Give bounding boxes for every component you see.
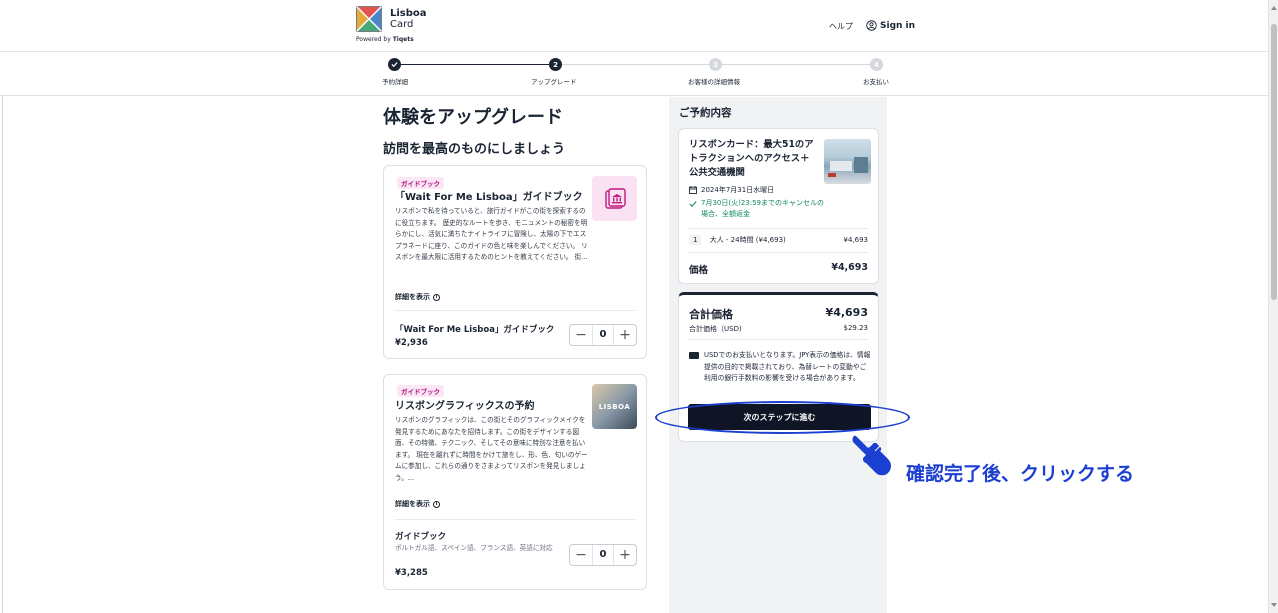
sign-in-label: Sign in [880, 20, 916, 31]
page-title: 体験をアップグレード [383, 107, 563, 128]
quantity-value: 0 [592, 545, 614, 565]
step-2-label: アップグレード [531, 78, 577, 86]
option-price: ¥2,936 [395, 338, 428, 348]
option-languages: ポルトガル語、スペイン語、フランス語、英語に対応 [395, 544, 553, 552]
graphics-book-thumbnail: LISBOA [592, 384, 637, 429]
site-header: Lisboa Card Powered by Tiqets ヘルプ Sign i… [0, 0, 1270, 52]
total-usd-label: 合計価格（USD) [689, 325, 742, 333]
step-1-label: 予約詳細 [382, 78, 408, 86]
booking-date: 2024年7月31日水曜日 [689, 185, 774, 195]
step-3-dot: 3 [709, 58, 722, 71]
guidebook-thumbnail [592, 176, 637, 221]
show-details-link[interactable]: 詳細を表示 i [395, 292, 440, 302]
option-price: ¥3,285 [395, 568, 428, 578]
upgrade-card-guidebook: ガイドブック 「Wait For Me Lisboa」ガイドブック リスボンで私… [383, 165, 647, 359]
cancellation-policy: 7月30日(火)23:59までのキャンセルの場合、全額返金 [689, 198, 829, 220]
info-icon: i [433, 500, 440, 508]
step-3-label: お客様の詳細情報 [688, 78, 740, 86]
category-badge: ガイドブック [397, 385, 444, 397]
card-description: リスボンで私を待っていると、旅行ガイドがこの街を探索するのに役立ちます。 歴史的… [395, 207, 588, 261]
currency-note: USDでのお支払いとなります。JPY表示の価格は、情報提供の目的で掲載されており… [689, 350, 871, 385]
summary-divider [689, 228, 868, 229]
lisboa-logo-icon [356, 6, 382, 32]
progress-line-complete [401, 64, 549, 65]
show-details-label: 詳細を表示 [395, 500, 430, 508]
logo-subtitle: Card [390, 19, 414, 30]
card-divider [395, 310, 635, 311]
step-4-dot: 4 [870, 58, 883, 71]
product-title: リスボンカード：最大51のアトラクションへのアクセス＋公共交通機関 [689, 139, 814, 178]
increase-button[interactable]: + [614, 545, 636, 565]
scroll-down-arrow-icon[interactable] [1271, 603, 1277, 607]
cancellation-text: 7月30日(火)23:59までのキャンセルの場合、全額返金 [701, 199, 824, 218]
pointing-hand-icon [852, 435, 891, 476]
annotation-text: 確認完了後、クリックする [906, 463, 1135, 485]
powered-by-brand: Tiqets [392, 36, 414, 43]
checkout-stepper: 予約詳細 2 アップグレード 3 お客様の詳細情報 4 お支払い [0, 52, 1270, 96]
quantity-stepper: − 0 + [569, 544, 637, 566]
step-1-dot[interactable] [388, 58, 401, 71]
card-title: リスボングラフィックスの予約 [395, 401, 535, 412]
lisboa-card-logo[interactable]: Lisboa Card Powered by Tiqets [356, 6, 436, 46]
help-link[interactable]: ヘルプ [829, 21, 853, 32]
price-value: ¥4,693 [831, 262, 868, 273]
quantity-value: 0 [592, 325, 614, 345]
decrease-button[interactable]: − [570, 545, 592, 565]
total-label: 合計価格 [689, 308, 733, 321]
option-name: 「Wait For Me Lisboa」ガイドブック [395, 325, 555, 335]
ticket-line: 1 大人 - 24時間 (¥4,693) ¥4,693 [689, 235, 868, 245]
calendar-icon [689, 186, 697, 194]
money-icon [689, 352, 699, 359]
summary-heading: ご予約内容 [679, 107, 732, 119]
booking-summary-card: リスボンカード：最大51のアトラクションへのアクセス＋公共交通機関 2024年7… [678, 128, 879, 284]
card-title: 「Wait For Me Lisboa」ガイドブック [395, 192, 583, 203]
total-value: ¥4,693 [825, 306, 868, 319]
info-icon: i [433, 293, 440, 301]
show-details-label: 詳細を表示 [395, 293, 430, 301]
card-description: リスボンのグラフィックは、この街とそのグラフィックメイクを発見するためにあなたを… [395, 416, 588, 482]
quantity-stepper: − 0 + [569, 324, 637, 346]
booking-date-text: 2024年7月31日水曜日 [701, 186, 775, 194]
check-icon [689, 201, 697, 207]
increase-button[interactable]: + [614, 325, 636, 345]
page-scrollbar[interactable] [1268, 0, 1278, 613]
summary-divider [689, 252, 868, 253]
show-details-link[interactable]: 詳細を表示 i [395, 499, 440, 509]
logo-title: Lisboa [390, 8, 427, 19]
user-icon [866, 20, 877, 31]
total-usd-row: 合計価格（USD) $29.23 [689, 324, 868, 334]
scroll-up-arrow-icon[interactable] [1271, 6, 1277, 10]
total-divider [689, 339, 868, 340]
page-subtitle: 訪問を最高のものにしましょう [383, 142, 566, 157]
product-image [824, 139, 871, 184]
price-label: 価格 [689, 265, 709, 276]
step-4-label: お支払い [863, 78, 889, 86]
powered-by-text: Powered by [356, 36, 391, 43]
ticket-price: ¥4,693 [843, 236, 869, 244]
price-row: 価格 ¥4,693 [689, 262, 868, 276]
total-price-row: 合計価格 ¥4,693 [689, 306, 868, 322]
total-usd-value: $29.23 [843, 324, 869, 332]
option-name: ガイドブック [395, 532, 447, 542]
upgrade-card-graphics: ガイドブック リスボングラフィックスの予約 LISBOA リスボンのグラフィック… [383, 374, 647, 590]
thumbnail-text: LISBOA [598, 402, 631, 411]
step-2-dot: 2 [549, 58, 562, 71]
sign-in-button[interactable]: Sign in [866, 20, 915, 31]
decrease-button[interactable]: − [570, 325, 592, 345]
powered-by: Powered by Tiqets [356, 36, 414, 43]
card-divider [395, 519, 635, 520]
checkmark-icon [391, 62, 398, 68]
guidebook-icon [604, 187, 626, 209]
scrollbar-thumb[interactable] [1271, 24, 1277, 300]
ticket-label: 大人 - 24時間 (¥4,693) [709, 236, 786, 244]
currency-note-text: USDでのお支払いとなります。JPY表示の価格は、情報提供の目的で掲載されており… [704, 351, 871, 382]
ticket-quantity: 1 [689, 235, 702, 245]
